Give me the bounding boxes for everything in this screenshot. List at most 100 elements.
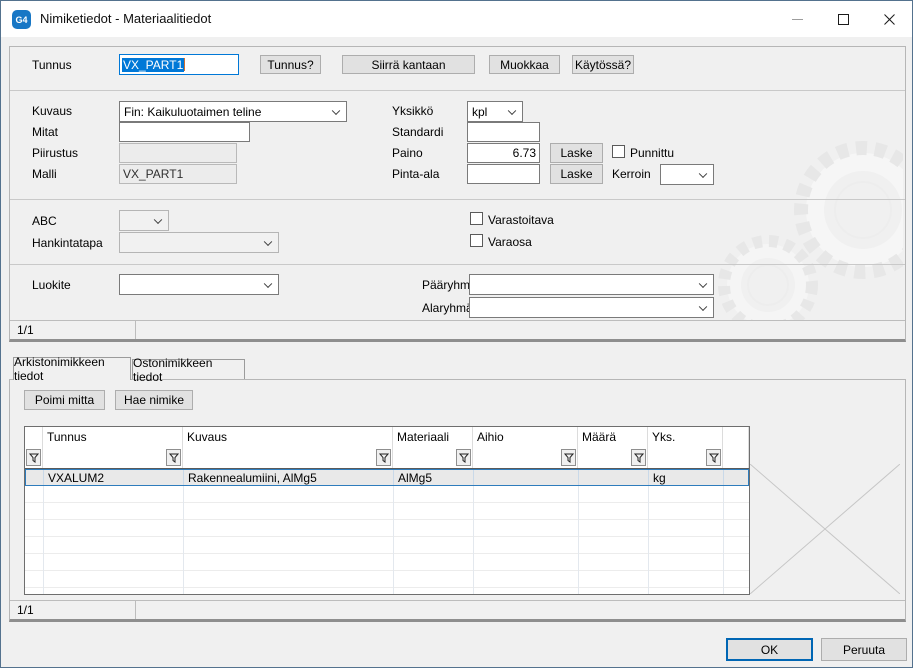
separator xyxy=(10,264,905,265)
kaytossa-query-button[interactable]: Käytössä? xyxy=(572,55,634,74)
chevron-down-icon xyxy=(331,106,341,115)
filter-button-aihio[interactable] xyxy=(561,449,576,466)
close-button[interactable] xyxy=(866,1,912,37)
table-empty-rows xyxy=(25,486,749,594)
table-row-selected[interactable]: VXALUM2 Rakennealumiini, AlMg5 AlMg5 kg xyxy=(25,469,749,486)
close-icon xyxy=(883,13,895,25)
minimize-icon xyxy=(791,18,803,20)
alaryhma-combobox[interactable] xyxy=(469,297,714,318)
hankintatapa-label: Hankintatapa xyxy=(32,236,103,250)
siirra-kantaan-button[interactable]: Siirrä kantaan xyxy=(342,55,475,74)
cell-aihio xyxy=(474,470,579,485)
pinta-ala-input[interactable] xyxy=(467,164,540,184)
varaosa-checkbox[interactable] xyxy=(470,234,483,247)
abc-combobox[interactable] xyxy=(119,210,169,231)
minimize-button[interactable] xyxy=(774,1,820,37)
column-header-filler xyxy=(723,427,749,447)
chevron-down-icon xyxy=(698,279,708,288)
filter-funnel-icon xyxy=(458,453,469,463)
table-pager-bar: 1/1 xyxy=(10,600,905,619)
filter-button-tunnus[interactable] xyxy=(166,449,181,466)
luokite-label: Luokite xyxy=(32,278,71,292)
filter-funnel-icon xyxy=(168,453,179,463)
filter-funnel-icon xyxy=(633,453,644,463)
pinta-ala-label: Pinta-ala xyxy=(392,167,440,181)
peruuta-button[interactable]: Peruuta xyxy=(821,638,907,661)
column-header-kuvaus[interactable]: Kuvaus xyxy=(183,427,393,447)
standardi-input[interactable] xyxy=(467,122,540,142)
table-pager: 1/1 xyxy=(17,603,34,617)
archive-item-panel: Poimi mitta Hae nimike Tunnus Kuvaus Mat… xyxy=(9,379,906,622)
laske-pinta-ala-button[interactable]: Laske xyxy=(550,164,603,184)
kuvaus-combobox[interactable]: Fin: Kaikuluotaimen teline xyxy=(119,101,347,122)
filter-button-maara[interactable] xyxy=(631,449,646,466)
column-header-maara[interactable]: Määrä xyxy=(578,427,648,447)
ok-button[interactable]: OK xyxy=(726,638,813,661)
malli-input xyxy=(119,164,237,184)
tab-ostonimikkeen-tiedot[interactable]: Ostonimikkeen tiedot xyxy=(132,356,245,384)
yksikko-combobox[interactable]: kpl xyxy=(467,101,523,122)
dialog-window: G4 Nimiketiedot - Materiaalitiedot Tunnu… xyxy=(0,0,913,668)
filter-funnel-icon xyxy=(708,453,719,463)
filter-button-yks[interactable] xyxy=(706,449,721,466)
hae-nimike-button[interactable]: Hae nimike xyxy=(115,390,193,410)
piirustus-input xyxy=(119,143,237,163)
abc-label: ABC xyxy=(32,214,57,228)
tunnus-input[interactable]: VX_PART1 xyxy=(119,54,239,75)
chevron-down-icon xyxy=(507,106,517,115)
cell-yks: kg xyxy=(649,470,724,485)
mitat-label: Mitat xyxy=(32,125,59,139)
filter-funnel-icon xyxy=(563,453,574,463)
pager-divider xyxy=(135,601,136,619)
hankintatapa-combobox[interactable] xyxy=(119,232,279,253)
tab-arkistonimikkeen-tiedot[interactable]: Arkistonimikkeen tiedot xyxy=(13,355,131,383)
titlebar[interactable]: G4 Nimiketiedot - Materiaalitiedot xyxy=(1,1,912,37)
poimi-mitta-button[interactable]: Poimi mitta xyxy=(24,390,105,410)
mitat-input[interactable] xyxy=(119,122,250,142)
column-header-tunnus[interactable]: Tunnus xyxy=(43,427,183,447)
filter-button-selector[interactable] xyxy=(26,449,41,466)
table-filter-row xyxy=(25,447,749,469)
separator xyxy=(10,199,905,200)
maximize-icon xyxy=(837,13,849,25)
tunnus-label: Tunnus xyxy=(32,58,72,72)
gears-watermark xyxy=(718,141,903,320)
cell-maara xyxy=(579,470,649,485)
tunnus-query-button[interactable]: Tunnus? xyxy=(260,55,321,74)
kuvaus-label: Kuvaus xyxy=(32,104,73,118)
selector-column-header xyxy=(25,427,43,447)
muokkaa-button[interactable]: Muokkaa xyxy=(489,55,560,74)
chevron-down-icon xyxy=(263,237,273,246)
record-pager-bar: 1/1 xyxy=(10,320,905,339)
column-header-aihio[interactable]: Aihio xyxy=(473,427,578,447)
luokite-combobox[interactable] xyxy=(119,274,279,295)
varastoitava-label: Varastoitava xyxy=(488,213,554,227)
kerroin-combobox[interactable] xyxy=(660,164,714,185)
material-table: Tunnus Kuvaus Materiaali Aihio Määrä Yks… xyxy=(24,426,750,595)
chevron-down-icon xyxy=(698,302,708,311)
g4-app-icon: G4 xyxy=(12,10,31,29)
separator xyxy=(10,90,905,91)
chevron-down-icon xyxy=(698,169,708,178)
empty-preview-placeholder xyxy=(750,464,900,594)
filter-button-materiaali[interactable] xyxy=(456,449,471,466)
column-header-materiaali[interactable]: Materiaali xyxy=(393,427,473,447)
column-header-yks[interactable]: Yks. xyxy=(648,427,723,447)
yksikko-label: Yksikkö xyxy=(392,104,434,118)
punnittu-checkbox[interactable] xyxy=(612,145,625,158)
filter-button-kuvaus[interactable] xyxy=(376,449,391,466)
alaryhma-label: Alaryhmä xyxy=(422,301,473,315)
malli-label: Malli xyxy=(32,167,57,181)
window-controls xyxy=(774,1,912,37)
item-data-group: Tunnus VX_PART1 Tunnus? Siirrä kantaan M… xyxy=(9,46,906,342)
record-pager: 1/1 xyxy=(17,323,34,337)
maximize-button[interactable] xyxy=(820,1,866,37)
varastoitava-checkbox[interactable] xyxy=(470,212,483,225)
varaosa-label: Varaosa xyxy=(488,235,532,249)
paaryhma-combobox[interactable] xyxy=(469,274,714,295)
paino-input[interactable] xyxy=(467,143,540,163)
laske-paino-button[interactable]: Laske xyxy=(550,143,603,163)
kuvaus-value: Fin: Kaikuluotaimen teline xyxy=(124,104,262,119)
table-header-row: Tunnus Kuvaus Materiaali Aihio Määrä Yks… xyxy=(25,427,749,447)
yksikko-value: kpl xyxy=(472,104,488,119)
